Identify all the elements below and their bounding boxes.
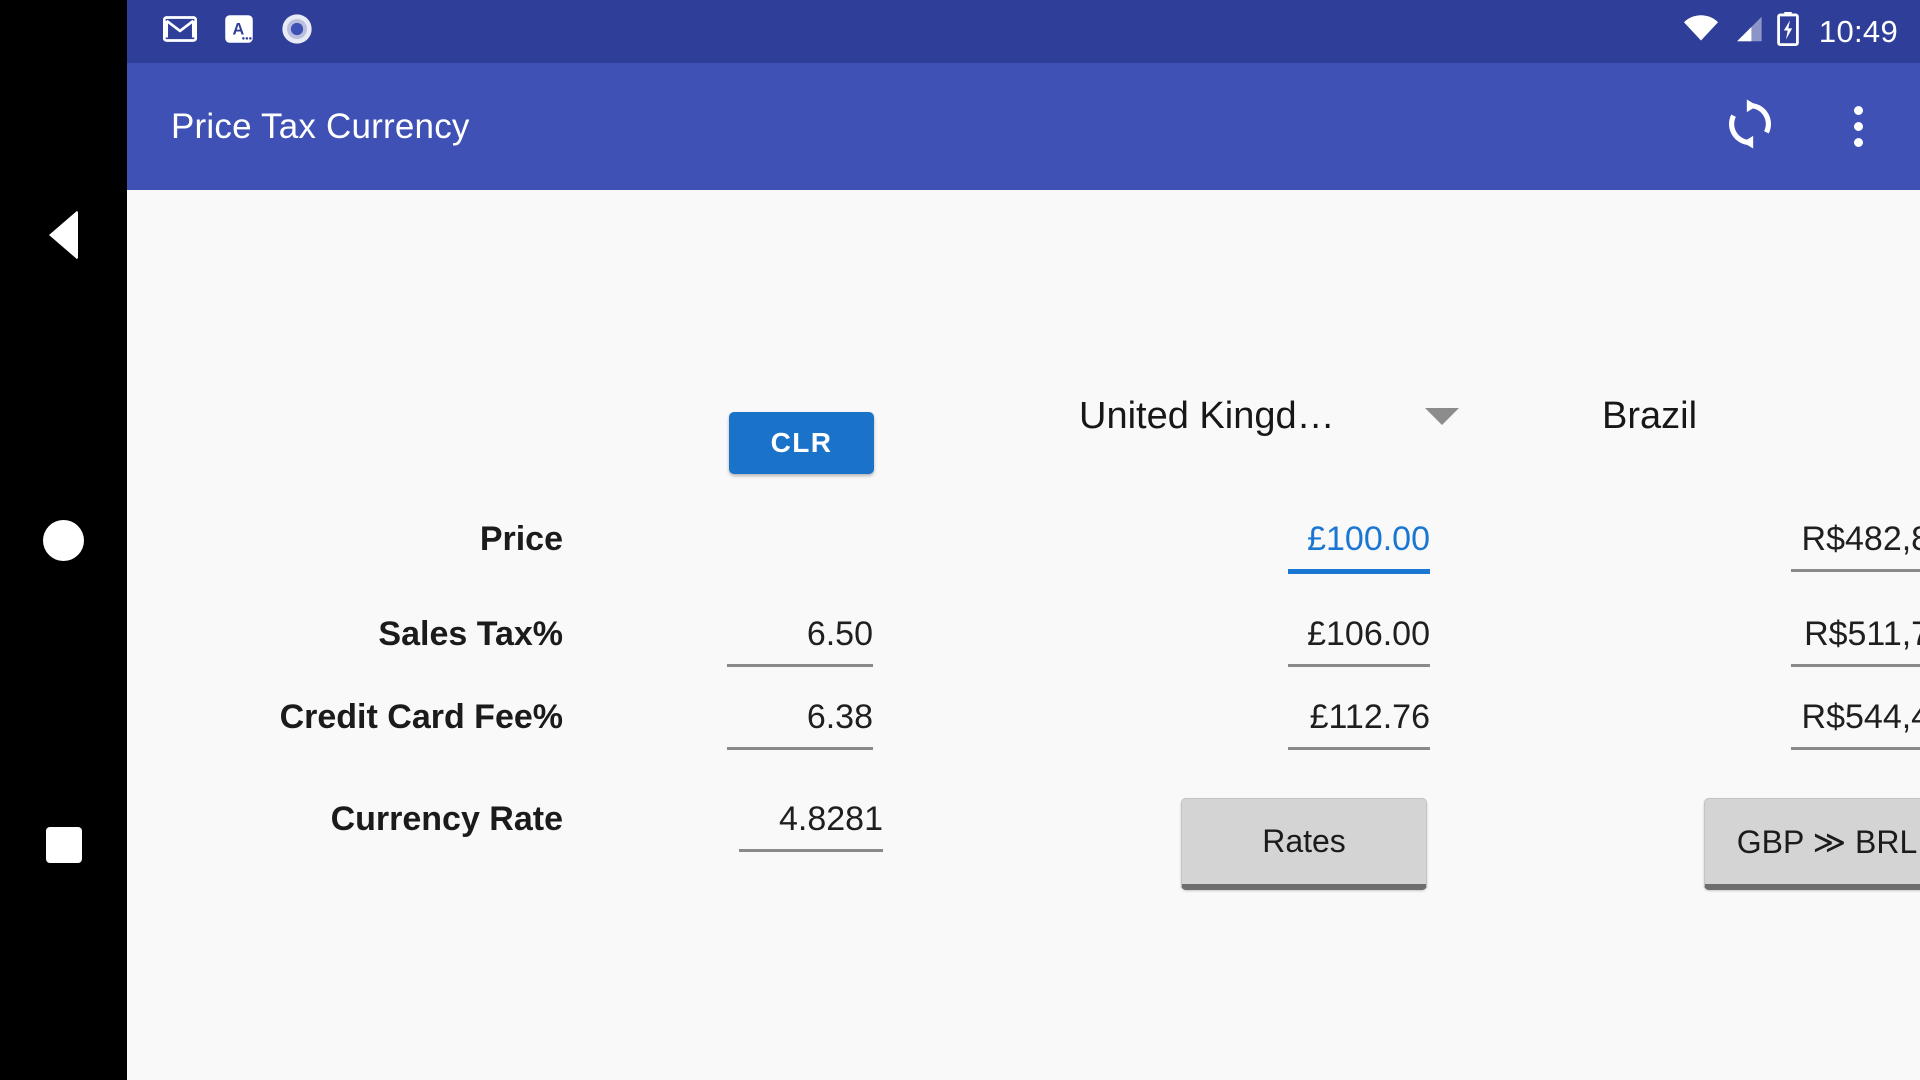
overflow-menu-button[interactable] (1830, 99, 1886, 155)
sales-tax-label: Sales Tax% (378, 615, 563, 653)
system-navigation-bar (0, 0, 127, 1080)
status-bar-system-icons: 10:49 (1683, 12, 1898, 51)
credit-card-fee-target-value[interactable]: R$544,43 (1791, 698, 1920, 750)
target-country-label: Brazil (1602, 395, 1698, 437)
battery-charging-icon (1777, 12, 1799, 51)
currency-pair-button[interactable]: GBP ≫ BRL (1704, 798, 1920, 890)
clear-button[interactable]: CLR (729, 412, 874, 474)
target-country-spinner[interactable]: Brazil (1602, 395, 1920, 438)
nav-home-button[interactable] (0, 485, 127, 595)
sales-tax-input[interactable]: 6.50 (727, 615, 873, 667)
chevron-down-icon (1425, 408, 1459, 425)
sales-tax-target-value[interactable]: R$511,77 (1791, 615, 1920, 667)
rates-button[interactable]: Rates (1181, 798, 1427, 890)
app-title: Price Tax Currency (171, 106, 470, 146)
recents-icon (45, 827, 82, 863)
status-bar: A 10:49 (127, 0, 1920, 63)
price-source-input[interactable]: £100.00 (1288, 520, 1430, 574)
device-screen: A 10:49 Price Tax Currency CLR United Ki… (127, 0, 1920, 1080)
currency-rate-label: Currency Rate (330, 800, 563, 838)
overflow-menu-icon (1853, 106, 1863, 147)
credit-card-fee-source-value[interactable]: £112.76 (1288, 698, 1430, 750)
app-bar-actions (1722, 99, 1886, 155)
refresh-rates-button[interactable] (1722, 99, 1778, 155)
nav-recents-button[interactable] (0, 790, 127, 900)
nav-back-button[interactable] (0, 180, 127, 290)
back-icon (49, 210, 78, 260)
credit-card-fee-input[interactable]: 6.38 (727, 698, 873, 750)
home-icon (43, 519, 84, 561)
gmail-icon (162, 16, 198, 47)
app-bar: Price Tax Currency (127, 63, 1920, 190)
screen-root: A 10:49 Price Tax Currency CLR United Ki… (0, 0, 1920, 1080)
credit-card-fee-label: Credit Card Fee% (279, 698, 563, 736)
main-content: CLR United Kingd… Brazil Price £100.00 R… (127, 190, 1920, 1080)
source-country-spinner[interactable]: United Kingd… (1079, 395, 1459, 438)
price-target-value[interactable]: R$482,81 (1791, 520, 1920, 572)
status-bar-clock: 10:49 (1818, 13, 1898, 49)
status-bar-notifications: A (162, 13, 313, 50)
circle-record-icon (281, 13, 313, 50)
cell-signal-icon (1733, 15, 1763, 48)
currency-rate-input[interactable]: 4.8281 (739, 800, 883, 852)
price-label: Price (479, 520, 563, 558)
source-country-label: United Kingd… (1079, 395, 1335, 437)
sales-tax-source-value[interactable]: £106.00 (1288, 615, 1430, 667)
svg-text:A: A (233, 21, 245, 39)
wifi-full-icon (1683, 15, 1719, 48)
sync-refresh-icon (1723, 97, 1777, 156)
a-app-icon: A (224, 14, 254, 49)
